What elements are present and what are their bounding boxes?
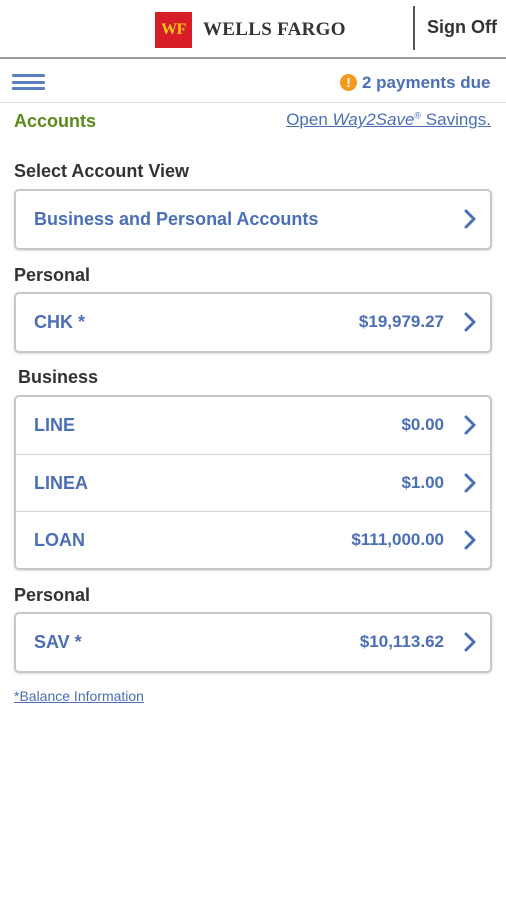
chevron-right-icon bbox=[464, 209, 476, 229]
account-view-row[interactable]: Business and Personal Accounts bbox=[16, 191, 490, 248]
account-card: CHK * $19,979.27 bbox=[14, 292, 492, 353]
account-row[interactable]: LINE $0.00 bbox=[16, 397, 490, 454]
chevron-right-icon bbox=[464, 632, 476, 652]
chevron-right-icon bbox=[464, 312, 476, 332]
account-card: LINE $0.00 LINEA $1.00 LOAN $111,000.00 bbox=[14, 395, 492, 570]
account-balance: $19,979.27 bbox=[358, 312, 444, 331]
account-name: LOAN bbox=[34, 530, 85, 550]
account-row[interactable]: CHK * $19,979.27 bbox=[16, 294, 490, 351]
brand-name: WELLS FARGO bbox=[203, 19, 346, 40]
account-row[interactable]: LOAN $111,000.00 bbox=[16, 511, 490, 568]
promo-prefix: Open bbox=[286, 110, 333, 129]
chevron-right-icon bbox=[464, 473, 476, 493]
payments-due-link[interactable]: 2 payments due bbox=[362, 73, 491, 93]
open-way2save-link[interactable]: Open Way2Save® Savings. bbox=[286, 110, 491, 130]
balance-information-link[interactable]: *Balance Information bbox=[14, 688, 144, 704]
exclamation-circle-icon: ! bbox=[340, 74, 357, 91]
promo-suffix: Savings. bbox=[421, 110, 491, 129]
account-balance: $0.00 bbox=[401, 415, 444, 434]
group-label-personal: Personal bbox=[14, 265, 91, 285]
group-label-personal: Personal bbox=[14, 585, 91, 605]
account-balance: $111,000.00 bbox=[351, 530, 444, 549]
wells-fargo-logo-icon: WF bbox=[155, 12, 192, 48]
account-view-selector[interactable]: Business and Personal Accounts bbox=[14, 189, 492, 250]
select-account-view-label: Select Account View bbox=[14, 161, 190, 181]
header-divider bbox=[413, 6, 415, 50]
app-header: WF WELLS FARGO Sign Off bbox=[0, 0, 506, 59]
accounts-tab[interactable]: Accounts bbox=[14, 111, 96, 132]
account-view-value: Business and Personal Accounts bbox=[34, 209, 319, 229]
account-name: LINE bbox=[34, 415, 76, 435]
chevron-right-icon bbox=[464, 415, 476, 435]
hamburger-menu-icon[interactable] bbox=[12, 74, 45, 90]
account-name: CHK * bbox=[34, 312, 86, 332]
group-label-business: Business bbox=[18, 367, 99, 387]
account-balance: $1.00 bbox=[401, 473, 444, 492]
account-row[interactable]: LINEA $1.00 bbox=[16, 454, 490, 511]
account-card: SAV * $10,113.62 bbox=[14, 612, 492, 673]
account-name: SAV * bbox=[34, 632, 82, 652]
chevron-right-icon bbox=[464, 530, 476, 550]
toolbar: ! 2 payments due bbox=[0, 61, 506, 103]
sign-off-button[interactable]: Sign Off bbox=[427, 17, 497, 38]
account-name: LINEA bbox=[34, 473, 88, 493]
account-row[interactable]: SAV * $10,113.62 bbox=[16, 614, 490, 671]
promo-product: Way2Save bbox=[332, 110, 415, 129]
account-balance: $10,113.62 bbox=[359, 632, 444, 651]
